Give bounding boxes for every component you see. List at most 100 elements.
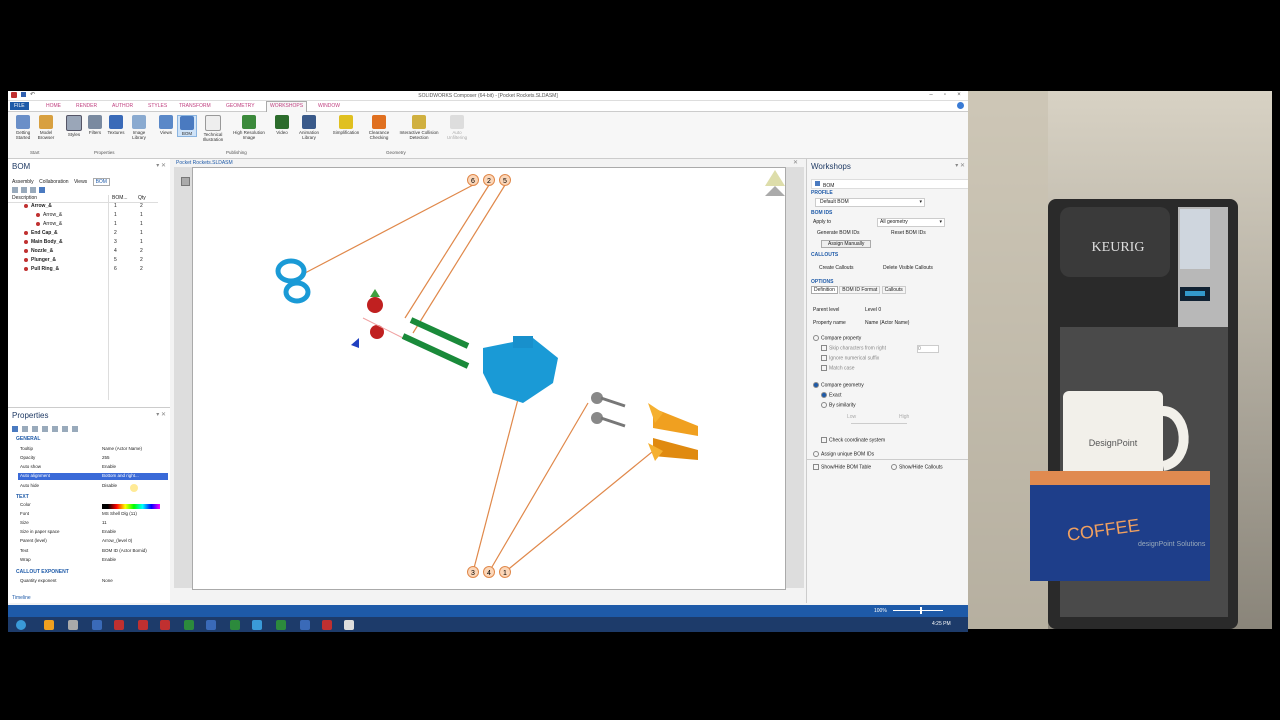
taskbar-app-icon[interactable]: [138, 620, 148, 630]
callout-balloon[interactable]: 6: [471, 178, 475, 185]
tab-callouts[interactable]: Callouts: [881, 286, 906, 294]
property-row[interactable]: Auto show Enable: [18, 464, 168, 471]
bom-button[interactable]: BOM: [177, 115, 197, 137]
property-value[interactable]: Enable: [102, 464, 116, 469]
apply-to-select[interactable]: All geometry ▾: [877, 218, 945, 227]
panel-close-icon[interactable]: ▾ ✕: [156, 162, 166, 169]
sort-icon[interactable]: [22, 426, 28, 432]
bom-table-row[interactable]: Main Body_& 3 1: [8, 239, 158, 247]
main-body-part[interactable]: [483, 336, 558, 403]
delete-callouts-button[interactable]: Delete Visible Callouts: [883, 265, 933, 271]
filters-button[interactable]: Filters: [86, 115, 104, 135]
bom-table-row[interactable]: Nozzle_& 4 2: [8, 248, 158, 256]
assign-manually-button[interactable]: Assign Manually: [821, 240, 872, 248]
tree-toolbar-icon[interactable]: [39, 187, 45, 193]
property-value[interactable]: MS Shell Dlg (11): [102, 511, 137, 516]
tab-assembly[interactable]: Assembly: [12, 179, 34, 185]
bom-table-row[interactable]: Plunger_& 5 2: [8, 257, 158, 265]
video-button[interactable]: Video: [274, 115, 290, 135]
taskbar-app-icon[interactable]: [184, 620, 194, 630]
arrow-part[interactable]: [648, 403, 698, 461]
model-browser-button[interactable]: Model Browser: [35, 115, 57, 140]
tab-home[interactable]: HOME: [46, 103, 61, 109]
taskbar-app-icon[interactable]: [68, 620, 78, 630]
pull-ring-part[interactable]: [275, 258, 311, 304]
high-resolution-image-button[interactable]: High Resolution Image: [229, 115, 269, 140]
ignore-suffix-option[interactable]: Ignore numerical suffix: [821, 355, 879, 361]
filter-icon[interactable]: [32, 426, 38, 432]
show-hide-callouts-button[interactable]: Show/Hide Callouts: [891, 464, 943, 470]
tab-render[interactable]: RENDER: [76, 103, 97, 109]
panel-close-icon[interactable]: ▾ ✕: [156, 411, 166, 418]
property-row[interactable]: Opacity 255: [18, 455, 168, 462]
simplification-button[interactable]: Simplification: [328, 115, 364, 135]
col-bom[interactable]: BOM...: [112, 195, 128, 201]
viewport-menu-icon[interactable]: [181, 177, 190, 186]
bom-table-row[interactable]: Arrow_& 1 2: [8, 203, 158, 211]
expand-icon[interactable]: [42, 426, 48, 432]
match-case-option[interactable]: Match case: [821, 365, 855, 371]
section-text[interactable]: TEXT: [16, 494, 29, 500]
property-value[interactable]: BOM ID (Actor Bomid): [102, 548, 147, 553]
reset-bom-ids-button[interactable]: Reset BOM IDs: [891, 230, 926, 236]
tab-styles[interactable]: STYLES: [148, 103, 167, 109]
nozzle-part[interactable]: [591, 392, 626, 428]
technical-illustration-button[interactable]: Technical Illustration: [198, 115, 228, 142]
maximize-button[interactable]: ▫: [938, 91, 952, 99]
styles-button[interactable]: Styles: [65, 115, 83, 137]
col-qty[interactable]: Qty: [138, 195, 146, 201]
check-coord-option[interactable]: Check coordinate system: [821, 437, 885, 443]
zoom-slider[interactable]: [893, 610, 943, 611]
compare-geometry-option[interactable]: Compare geometry: [813, 382, 864, 388]
tab-window[interactable]: WINDOW: [318, 103, 340, 109]
property-value[interactable]: 255: [102, 455, 110, 460]
callout-balloon[interactable]: 3: [471, 570, 475, 577]
assign-unique-option[interactable]: Assign unique BOM IDs: [813, 451, 874, 457]
taskbar-app-icon[interactable]: [114, 620, 124, 630]
bom-table-row[interactable]: Arrow_& 1 1: [8, 221, 158, 229]
end-cap-part[interactable]: [351, 289, 404, 348]
tab-close-icon[interactable]: ✕: [793, 159, 798, 166]
bom-table-row[interactable]: End Cap_& 2 1: [8, 230, 158, 238]
model-canvas[interactable]: 6 2 5 3 4 1: [193, 168, 785, 589]
property-value[interactable]: Name (Actor Name): [102, 446, 142, 451]
collision-detection-button[interactable]: Interactive Collision Detection: [394, 115, 444, 140]
exact-option[interactable]: Exact: [821, 392, 842, 398]
property-row[interactable]: Auto hide Disable: [18, 483, 168, 490]
workshop-selector[interactable]: BOM: [811, 179, 968, 189]
taskbar-app-icon[interactable]: [206, 620, 216, 630]
tree-toolbar-icon[interactable]: [21, 187, 27, 193]
property-name-select[interactable]: Name (Actor Name): [865, 320, 909, 326]
tab-views[interactable]: Views: [74, 179, 87, 185]
callout-balloon[interactable]: 4: [487, 570, 491, 577]
property-row[interactable]: Size in paper space Enable: [18, 529, 168, 536]
views-button[interactable]: Views: [158, 115, 174, 135]
property-value[interactable]: Disable: [102, 483, 117, 488]
taskbar-app-icon[interactable]: [252, 620, 262, 630]
timeline-tab[interactable]: Timeline: [12, 595, 31, 601]
zoom-thumb[interactable]: [920, 607, 922, 614]
property-row[interactable]: Font MS Shell Dlg (11): [18, 511, 168, 518]
pencil-icon[interactable]: [62, 426, 68, 432]
tab-definition[interactable]: Definition: [811, 286, 838, 294]
animation-library-button[interactable]: Animation Library: [294, 115, 324, 140]
property-value[interactable]: None: [102, 578, 113, 583]
collapse-icon[interactable]: [52, 426, 58, 432]
bom-table-row[interactable]: Pull Ring_& 6 2: [8, 266, 158, 274]
tree-toolbar-icon[interactable]: [12, 187, 18, 193]
section-general[interactable]: GENERAL: [16, 436, 40, 442]
taskbar-app-icon[interactable]: [230, 620, 240, 630]
property-row[interactable]: Tooltip Name (Actor Name): [18, 446, 168, 453]
categorized-icon[interactable]: [12, 426, 18, 432]
tab-geometry[interactable]: GEOMETRY: [226, 103, 255, 109]
taskbar-app-icon[interactable]: [160, 620, 170, 630]
orientation-triad-icon[interactable]: [765, 170, 785, 196]
callout-balloon[interactable]: 2: [487, 178, 491, 185]
taskbar-app-icon[interactable]: [344, 620, 354, 630]
close-button[interactable]: ×: [952, 91, 966, 99]
tab-bom[interactable]: BOM: [92, 178, 110, 186]
taskbar-app-icon[interactable]: [322, 620, 332, 630]
col-description[interactable]: Description: [12, 195, 37, 201]
section-callout[interactable]: CALLOUT EXPONENT: [16, 569, 69, 575]
property-value[interactable]: Bottom and right...: [102, 473, 139, 478]
